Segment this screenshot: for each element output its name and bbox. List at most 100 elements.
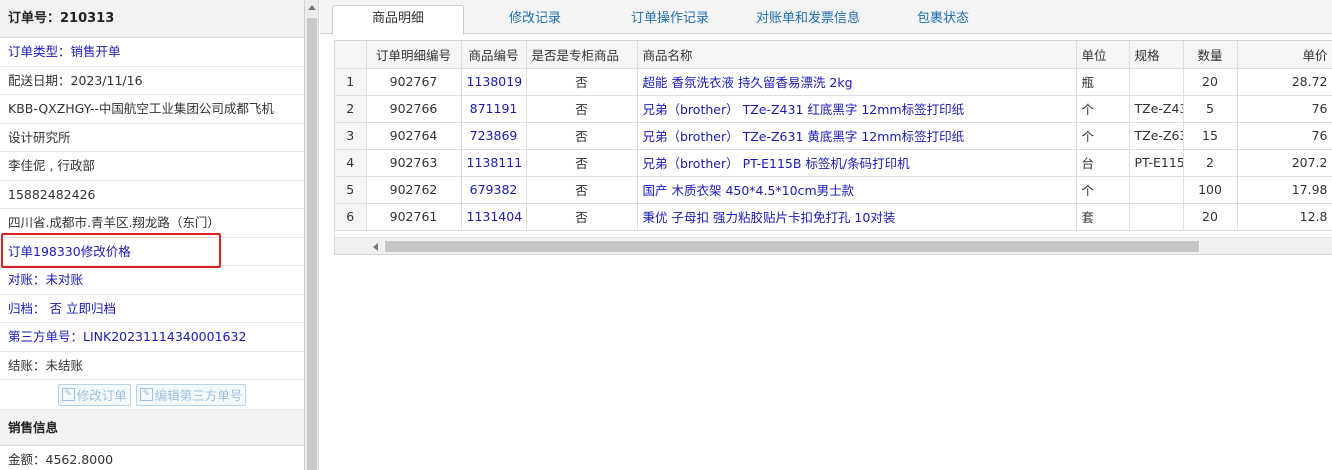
table-row[interactable]: 3 902764 723869 否兄弟（brother） TZe-Z631 黄底黑字 … — [335, 122, 1332, 150]
tab-operation-log[interactable]: 订单操作记录 — [610, 6, 730, 34]
scroll-up-arrow-icon[interactable] — [308, 5, 316, 10]
cell-product-name-link[interactable]: 兄弟（brother） TZe-Z431 红底黑字 12mm标签打印纸 — [637, 95, 1077, 123]
left-panel-scrollbar[interactable] — [305, 0, 319, 470]
cell-sku-link[interactable]: 1138111 — [461, 149, 527, 177]
col-header-unit[interactable]: 单位 — [1076, 41, 1130, 69]
cell-qty: 20 — [1183, 68, 1238, 96]
product-detail-grid: 订单明细编号 商品编号 是否是专柜商品 商品名称 单位 规格 数量 单价 1 90… — [334, 40, 1332, 255]
table-row[interactable]: 1 902767 1138019 否超能 香氛洗衣液 持久留香易漂洗 2kg 瓶 20 28… — [335, 68, 1332, 96]
edit-third-party-label: 编辑第三方单号 — [154, 388, 243, 403]
cell-counter-flag: 否 — [526, 122, 638, 150]
grid-horizontal-scrollbar[interactable] — [335, 237, 1332, 254]
cell-spec — [1129, 68, 1184, 96]
contact-person: 李佳伲 , 行政部 — [0, 152, 304, 181]
cell-product-name-link[interactable]: 兄弟（brother） PT-E115B 标签机/条码打印机 — [637, 149, 1077, 177]
cell-price: 76 — [1237, 122, 1332, 150]
cell-row-index: 6 — [335, 203, 367, 231]
detail-tabs: 商品明细 修改记录 订单操作记录 对账单和发票信息 包裹状态 — [320, 0, 1332, 35]
table-row[interactable]: 5 902762 679382 否国产 木质衣架 450*4.5*10cm男士款个 10… — [335, 176, 1332, 204]
cell-product-name-link[interactable]: 秉优 子母扣 强力粘胶贴片卡扣免打孔 10对装 — [637, 203, 1077, 231]
cell-sku-link[interactable]: 723869 — [461, 122, 527, 150]
contact-phone: 15882482426 — [0, 181, 304, 209]
table-header-row: 订单明细编号 商品编号 是否是专柜商品 商品名称 单位 规格 数量 单价 — [335, 41, 1332, 69]
cell-sku-link[interactable]: 1138019 — [461, 68, 527, 96]
cell-qty: 100 — [1183, 176, 1238, 204]
edit-order-label: 修改订单 — [76, 388, 127, 403]
order-detail-area: 商品明细 修改记录 订单操作记录 对账单和发票信息 包裹状态 订单明细编号 商品… — [320, 0, 1332, 470]
scroll-left-arrow-icon[interactable] — [373, 243, 378, 251]
cell-counter-flag: 否 — [526, 149, 638, 177]
cell-row-index: 1 — [335, 68, 367, 96]
cell-price: 17.98 — [1237, 176, 1332, 204]
col-header-product-name[interactable]: 商品名称 — [637, 41, 1077, 69]
cell-row-index: 5 — [335, 176, 367, 204]
cell-qty: 20 — [1183, 203, 1238, 231]
cell-detail-id: 902767 — [366, 68, 462, 96]
sales-info-section-title: 销售信息 — [0, 410, 304, 446]
cell-qty: 2 — [1183, 149, 1238, 177]
cell-unit: 个 — [1076, 176, 1130, 204]
cell-price: 207.2 — [1237, 149, 1332, 177]
cell-detail-id: 902766 — [366, 95, 462, 123]
cell-row-index: 4 — [335, 149, 367, 177]
cell-spec: TZe-Z43 — [1129, 95, 1184, 123]
cell-sku-link[interactable]: 1131404 — [461, 203, 527, 231]
third-party-order-link[interactable]: 第三方单号：LINK20231114340001632 — [0, 323, 304, 352]
cell-qty: 15 — [1183, 122, 1238, 150]
archive-link[interactable]: 归档： 否 立即归档 — [0, 295, 304, 323]
cell-detail-id: 902762 — [366, 176, 462, 204]
delivery-date: 配送日期：2023/11/16 — [0, 67, 304, 95]
product-table: 订单明细编号 商品编号 是否是专柜商品 商品名称 单位 规格 数量 单价 1 90… — [335, 41, 1332, 231]
cell-product-name-link[interactable]: 国产 木质衣架 450*4.5*10cm男士款 — [637, 176, 1077, 204]
cell-counter-flag: 否 — [526, 68, 638, 96]
cell-product-name-link[interactable]: 兄弟（brother） TZe-Z631 黄底黑字 12mm标签打印纸 — [637, 122, 1077, 150]
cell-unit: 个 — [1076, 122, 1130, 150]
settlement-status: 结账：未结账 — [0, 352, 304, 380]
col-header-qty[interactable]: 数量 — [1183, 41, 1238, 69]
col-header-price[interactable]: 单价 — [1237, 41, 1332, 69]
cell-sku-link[interactable]: 679382 — [461, 176, 527, 204]
customer-name-line2: 设计研究所 — [0, 124, 304, 152]
cell-price: 28.72 — [1237, 68, 1332, 96]
cell-unit: 瓶 — [1076, 68, 1130, 96]
cell-spec — [1129, 203, 1184, 231]
cell-unit: 个 — [1076, 95, 1130, 123]
hscrollbar-thumb[interactable] — [385, 241, 1199, 252]
cell-unit: 台 — [1076, 149, 1130, 177]
cell-spec — [1129, 176, 1184, 204]
cell-detail-id: 902763 — [366, 149, 462, 177]
edit-third-party-button[interactable]: ✎ 编辑第三方单号 — [135, 383, 247, 406]
tab-modification-log[interactable]: 修改记录 — [470, 6, 600, 34]
col-header-detail-id[interactable]: 订单明细编号 — [366, 41, 462, 69]
cell-counter-flag: 否 — [526, 95, 638, 123]
cell-sku-link[interactable]: 871191 — [461, 95, 527, 123]
cell-qty: 5 — [1183, 95, 1238, 123]
cell-detail-id: 902761 — [366, 203, 462, 231]
cell-price: 76 — [1237, 95, 1332, 123]
cell-unit: 套 — [1076, 203, 1130, 231]
col-header-counter[interactable]: 是否是专柜商品 — [526, 41, 638, 69]
cell-row-index: 3 — [335, 122, 367, 150]
order-amount: 金额：4562.8000 — [0, 446, 304, 470]
table-row[interactable]: 2 902766 871191 否兄弟（brother） TZe-Z431 红底黑字 … — [335, 95, 1332, 123]
highlight-box — [1, 233, 221, 268]
scrollbar-thumb[interactable] — [307, 18, 317, 470]
table-row[interactable]: 4 902763 1138111 否兄弟（brother） PT-E115B 标签机/… — [335, 149, 1332, 177]
col-header-sku[interactable]: 商品编号 — [461, 41, 527, 69]
order-number-header: 订单号：210313 — [0, 0, 304, 38]
edit-order-button[interactable]: ✎ 修改订单 — [57, 383, 131, 406]
edit-icon: ✎ — [139, 388, 153, 401]
col-header-index — [335, 41, 367, 69]
tab-package-status[interactable]: 包裹状态 — [888, 6, 998, 34]
order-action-buttons: ✎ 修改订单 ✎ 编辑第三方单号 — [0, 380, 304, 410]
col-header-spec[interactable]: 规格 — [1129, 41, 1184, 69]
cell-row-index: 2 — [335, 95, 367, 123]
tab-statement-invoice[interactable]: 对账单和发票信息 — [738, 6, 878, 34]
cell-price: 12.8 — [1237, 203, 1332, 231]
reconcile-status-link[interactable]: 对账：未对账 — [0, 266, 304, 295]
order-type-link[interactable]: 订单类型：销售开单 — [0, 38, 304, 67]
cell-product-name-link[interactable]: 超能 香氛洗衣液 持久留香易漂洗 2kg — [637, 68, 1077, 96]
tab-product-details[interactable]: 商品明细 — [332, 5, 464, 35]
table-row[interactable]: 6 902761 1131404 否秉优 子母扣 强力粘胶贴片卡扣免打孔 10对装套 2… — [335, 203, 1332, 231]
cell-detail-id: 902764 — [366, 122, 462, 150]
